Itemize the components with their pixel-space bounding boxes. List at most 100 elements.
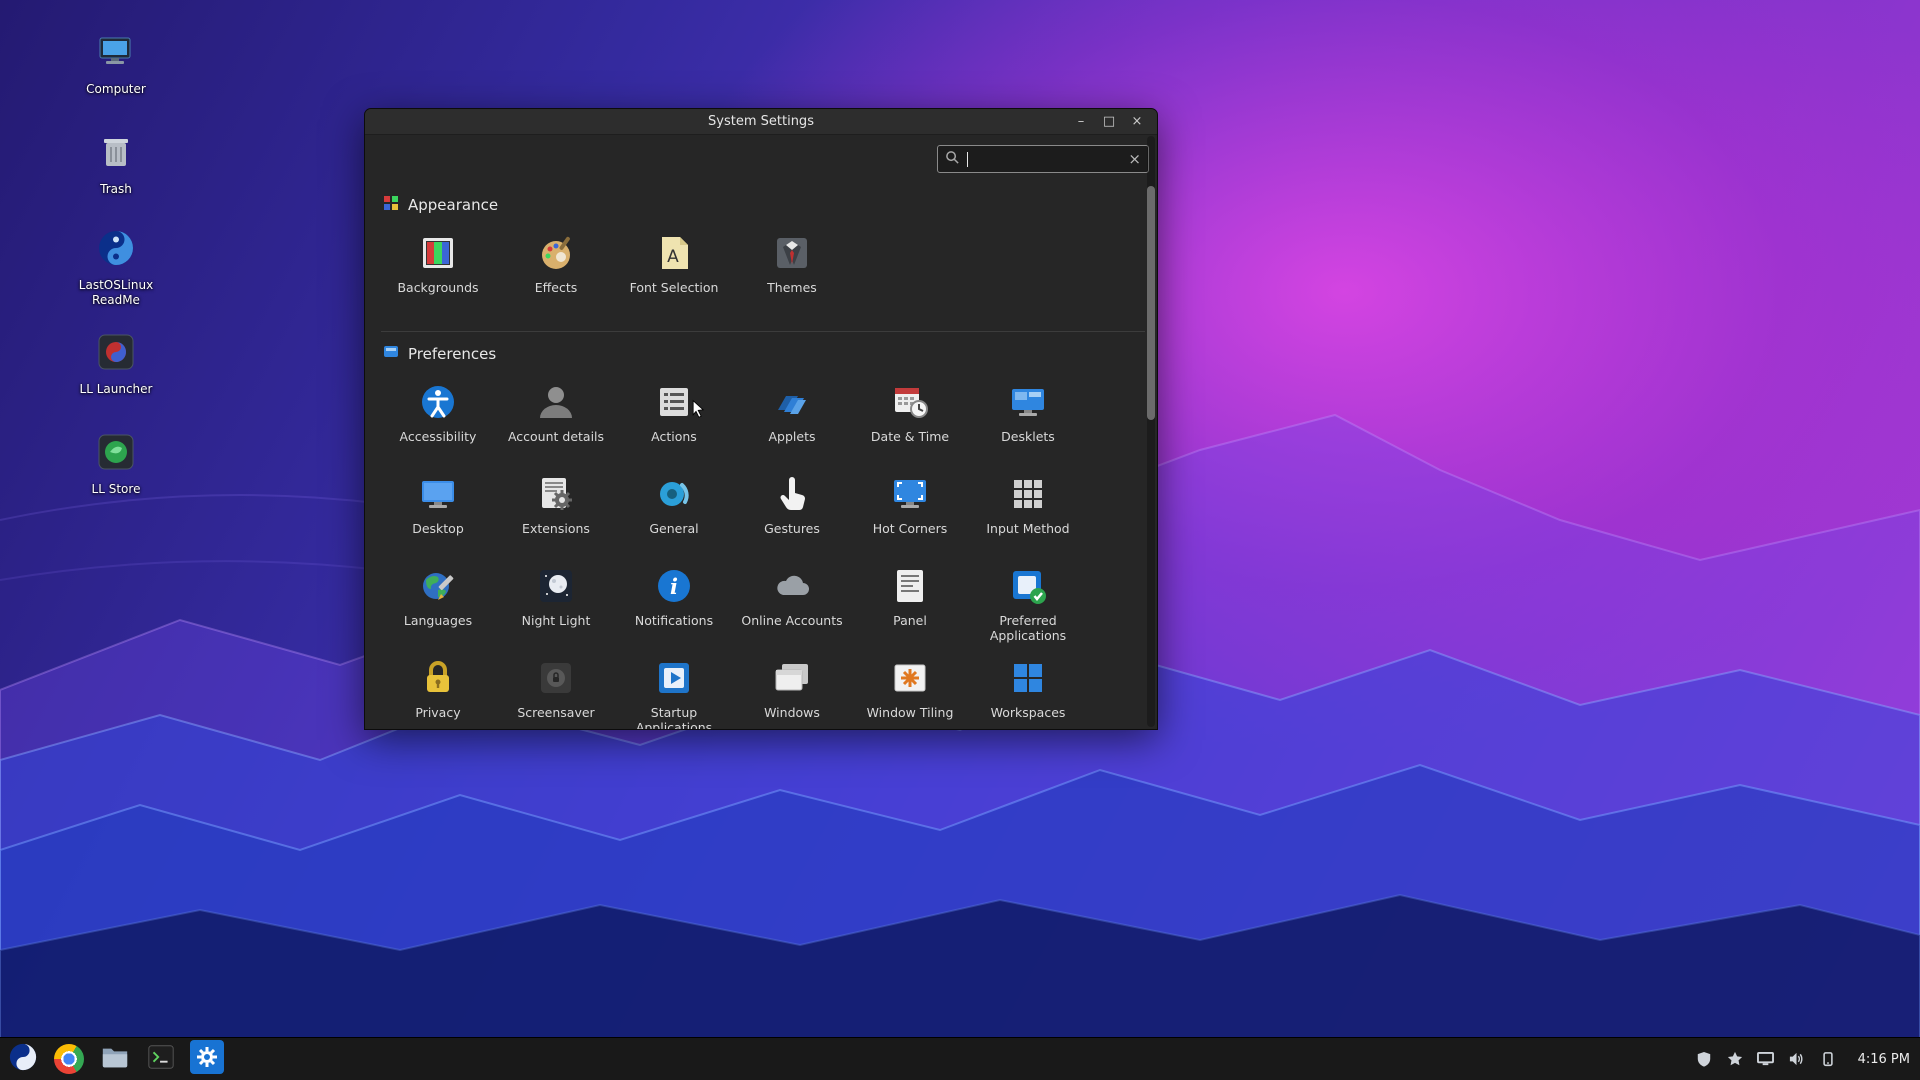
volume-icon[interactable] [1788, 1050, 1806, 1068]
input-method-icon [1006, 472, 1050, 516]
appearance-section-icon [383, 195, 399, 215]
windows-icon [770, 656, 814, 700]
tile-panel[interactable]: Panel [851, 560, 969, 652]
tile-themes[interactable]: Themes [733, 227, 851, 315]
tile-windows[interactable]: Windows [733, 652, 851, 729]
tile-effects[interactable]: Effects [497, 227, 615, 315]
taskbar-clock[interactable]: 4:16 PM [1858, 1052, 1910, 1067]
shield-icon[interactable] [1695, 1050, 1713, 1068]
scrollbar-thumb[interactable] [1147, 186, 1155, 420]
accessibility-icon [416, 380, 460, 424]
tile-extensions[interactable]: Extensions [497, 468, 615, 560]
tile-hot-corners[interactable]: Hot Corners [851, 468, 969, 560]
tile-languages[interactable]: Languages [379, 560, 497, 652]
panel-icon [888, 564, 932, 608]
online-accounts-icon [770, 564, 814, 608]
tile-label: Notifications [635, 613, 713, 628]
tile-screensaver[interactable]: Screensaver [497, 652, 615, 729]
close-button[interactable]: × [1123, 109, 1151, 135]
tile-preferred-applications[interactable]: Preferred Applications [969, 560, 1087, 652]
tile-online-accounts[interactable]: Online Accounts [733, 560, 851, 652]
settings-content: Appearance Backgrounds Effects A Font Se… [365, 183, 1157, 729]
tile-label: Input Method [986, 521, 1069, 536]
tile-applets[interactable]: Applets [733, 376, 851, 468]
files-launcher[interactable] [98, 1042, 132, 1076]
backgrounds-icon [416, 231, 460, 275]
desktop-settings-icon [416, 472, 460, 516]
chrome-icon [54, 1044, 84, 1074]
scrollbar-track[interactable] [1147, 136, 1155, 727]
text-caret [967, 152, 968, 167]
display-icon[interactable] [1757, 1050, 1775, 1068]
tile-date-time[interactable]: Date & Time [851, 376, 969, 468]
search-box[interactable]: × [937, 145, 1149, 173]
search-row: × [365, 135, 1157, 183]
night-light-icon [534, 564, 578, 608]
maximize-button[interactable]: □ [1095, 109, 1123, 135]
terminal-launcher[interactable] [144, 1042, 178, 1076]
appearance-grid: Backgrounds Effects A Font Selection The… [379, 227, 1157, 315]
hot-corners-icon [888, 472, 932, 516]
desktop-icon-trash[interactable]: Trash [66, 130, 166, 197]
tile-accessibility[interactable]: Accessibility [379, 376, 497, 468]
tile-label: Startup Applications [618, 705, 730, 729]
system-settings-window: System Settings – □ × × Appearance [364, 108, 1158, 730]
tile-gestures[interactable]: Gestures [733, 468, 851, 560]
tile-label: Preferred Applications [972, 613, 1084, 643]
effects-icon [534, 231, 578, 275]
tile-label: Actions [651, 429, 697, 444]
terminal-icon [146, 1042, 176, 1076]
preferred-applications-icon [1006, 564, 1050, 608]
tile-label: Accessibility [400, 429, 477, 444]
account-details-icon [534, 380, 578, 424]
titlebar[interactable]: System Settings – □ × [365, 109, 1157, 135]
clear-search-icon[interactable]: × [1128, 150, 1141, 168]
tile-input-method[interactable]: Input Method [969, 468, 1087, 560]
section-header-appearance: Appearance [383, 195, 1157, 215]
desktop-icon-computer[interactable]: Computer [66, 30, 166, 97]
tile-night-light[interactable]: Night Light [497, 560, 615, 652]
menu-button[interactable] [6, 1042, 40, 1076]
svg-text:i: i [670, 574, 678, 599]
desktop-icon-readme[interactable]: LastOSLinux ReadMe [66, 226, 166, 308]
minimize-button[interactable]: – [1067, 109, 1095, 135]
trash-icon [94, 130, 138, 174]
search-input[interactable] [971, 152, 1124, 167]
device-icon[interactable] [1819, 1050, 1837, 1068]
tile-notifications[interactable]: i Notifications [615, 560, 733, 652]
settings-launcher-active[interactable] [190, 1042, 224, 1076]
browser-launcher[interactable] [52, 1042, 86, 1076]
tile-label: Night Light [522, 613, 591, 628]
tile-label: Languages [404, 613, 472, 628]
tile-font-selection[interactable]: A Font Selection [615, 227, 733, 315]
tile-label: Privacy [415, 705, 460, 720]
date-time-icon [888, 380, 932, 424]
tile-workspaces[interactable]: Workspaces [969, 652, 1087, 729]
tile-label: Effects [535, 280, 578, 295]
star-icon[interactable] [1726, 1050, 1744, 1068]
tile-backgrounds[interactable]: Backgrounds [379, 227, 497, 315]
tile-window-tiling[interactable]: Window Tiling [851, 652, 969, 729]
tile-label: Font Selection [630, 280, 719, 295]
general-icon [652, 472, 696, 516]
tile-label: Applets [769, 429, 816, 444]
tile-actions[interactable]: Actions [615, 376, 733, 468]
tile-label: Panel [893, 613, 927, 628]
tile-desktop[interactable]: Desktop [379, 468, 497, 560]
screensaver-icon [534, 656, 578, 700]
folder-icon [100, 1042, 130, 1076]
tile-startup-applications[interactable]: Startup Applications [615, 652, 733, 729]
tile-label: Desklets [1001, 429, 1055, 444]
tile-privacy[interactable]: Privacy [379, 652, 497, 729]
desktop-icon-ll-launcher[interactable]: LL Launcher [66, 330, 166, 397]
tile-label: Backgrounds [397, 280, 478, 295]
tile-label: General [649, 521, 698, 536]
search-icon [945, 150, 960, 169]
tile-account-details[interactable]: Account details [497, 376, 615, 468]
section-title: Preferences [408, 345, 496, 363]
ll-launcher-icon [94, 330, 138, 374]
section-title: Appearance [408, 196, 498, 214]
tile-desklets[interactable]: Desklets [969, 376, 1087, 468]
tile-general[interactable]: General [615, 468, 733, 560]
desktop-icon-ll-store[interactable]: LL Store [66, 430, 166, 497]
